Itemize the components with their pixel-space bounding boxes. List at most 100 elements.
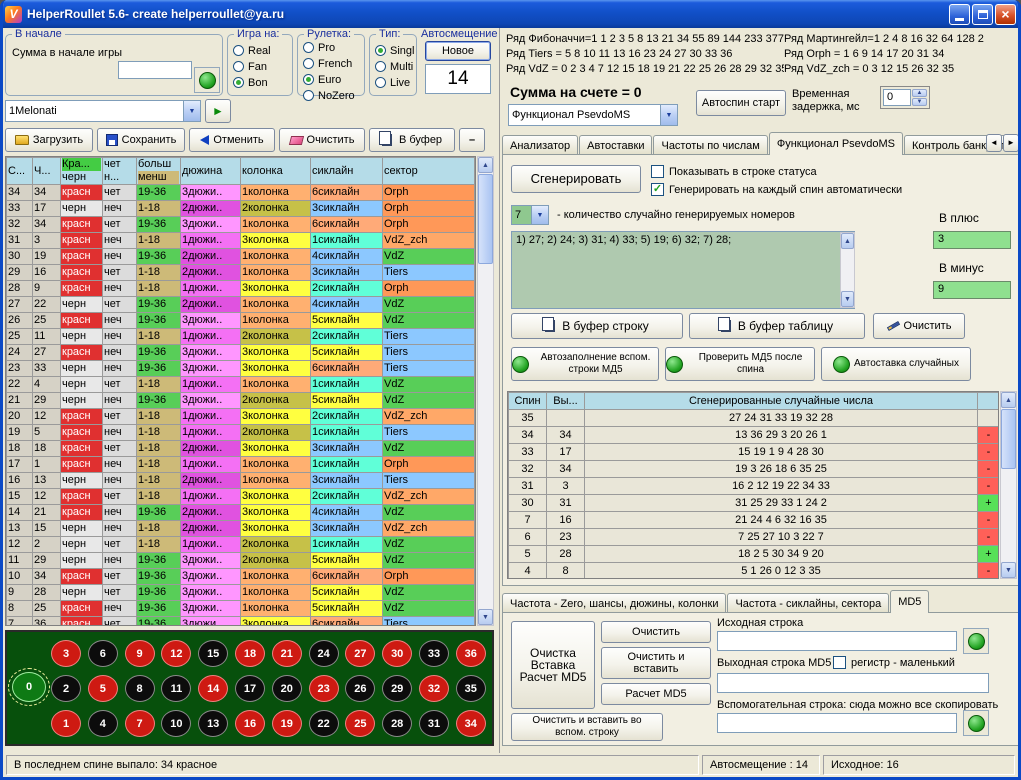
- board-number-12[interactable]: 12: [161, 640, 191, 667]
- radio-pro[interactable]: Pro: [303, 41, 355, 54]
- board-number-21[interactable]: 21: [272, 640, 302, 667]
- board-number-10[interactable]: 10: [161, 710, 191, 737]
- scroll-up-button[interactable]: ▲: [478, 157, 493, 173]
- board-number-0[interactable]: 0: [12, 672, 46, 702]
- delay-spinner[interactable]: 0 ▲ ▼: [880, 86, 930, 109]
- tab-частота-сиклайны-сектора[interactable]: Частота - сиклайны, сектора: [727, 593, 889, 613]
- md5-clear-paste-aux-button[interactable]: Очистить и вставить во вспом. строку: [511, 713, 663, 741]
- maximize-button[interactable]: [972, 4, 993, 25]
- board-number-36[interactable]: 36: [456, 640, 486, 667]
- close-button[interactable]: ×: [995, 4, 1016, 25]
- history-row[interactable]: 736краснчет19-363дюжи..3колонка6сиклайнT…: [7, 617, 475, 627]
- output-input[interactable]: [717, 673, 989, 693]
- tab-md5[interactable]: MD5: [890, 590, 929, 613]
- history-row[interactable]: 928чернчет19-363дюжи..1колонка5сиклайнVd…: [7, 585, 475, 601]
- history-row[interactable]: 195красннеч1-181дюжи..2колонка1сиклайнTi…: [7, 425, 475, 441]
- board-number-11[interactable]: 11: [161, 675, 191, 702]
- register-checkbox[interactable]: [833, 656, 846, 669]
- radio-real[interactable]: Real: [233, 44, 271, 57]
- auto-generate-checkbox[interactable]: ✓: [651, 183, 664, 196]
- tab-scroll-right-button[interactable]: ►: [1003, 134, 1019, 152]
- board-number-7[interactable]: 7: [125, 710, 155, 737]
- history-scrollbar[interactable]: ▲ ▼: [477, 156, 494, 626]
- history-row[interactable]: 1818краснчет1-182дюжи..3колонка3сиклайнV…: [7, 441, 475, 457]
- board-number-24[interactable]: 24: [309, 640, 339, 667]
- source-input[interactable]: [717, 631, 957, 651]
- board-number-8[interactable]: 8: [125, 675, 155, 702]
- board-number-23[interactable]: 23: [309, 675, 339, 702]
- board-number-20[interactable]: 20: [272, 675, 302, 702]
- board-number-27[interactable]: 27: [345, 640, 375, 667]
- md5-clear-button[interactable]: Очистить: [601, 621, 711, 643]
- board-number-30[interactable]: 30: [382, 640, 412, 667]
- clear-generated-button[interactable]: Очистить: [873, 313, 965, 339]
- board-number-16[interactable]: 16: [235, 710, 265, 737]
- spins-row[interactable]: 52818 2 5 30 34 9 20+: [509, 546, 1000, 563]
- history-row[interactable]: 2129черннеч19-363дюжи..2колонка5сиклайнV…: [7, 393, 475, 409]
- board-number-15[interactable]: 15: [198, 640, 228, 667]
- scroll-down-button[interactable]: ▼: [841, 291, 854, 307]
- scroll-track[interactable]: [1001, 408, 1016, 562]
- source-paste-button[interactable]: [963, 628, 989, 654]
- aux-paste-button[interactable]: [963, 710, 989, 736]
- spins-scrollbar[interactable]: ▲ ▼: [1000, 391, 1017, 579]
- radio-nozero[interactable]: NoZero: [303, 89, 355, 102]
- scroll-up-button[interactable]: ▲: [1001, 392, 1016, 408]
- board-number-28[interactable]: 28: [382, 710, 412, 737]
- generated-numbers-textarea[interactable]: 1) 27; 2) 24; 3) 31; 4) 33; 5) 19; 6) 32…: [511, 231, 855, 309]
- play-button[interactable]: ►: [205, 99, 231, 123]
- history-row[interactable]: 289красннеч1-181дюжи..3колонка2сиклайнOr…: [7, 281, 475, 297]
- scroll-track[interactable]: [478, 173, 493, 609]
- autoshift-new-button[interactable]: Новое: [425, 41, 491, 61]
- minimize-button[interactable]: [949, 4, 970, 25]
- tab-анализатор[interactable]: Анализатор: [502, 135, 578, 155]
- chevron-down-icon[interactable]: ▼: [183, 101, 200, 121]
- history-row[interactable]: 1315черннеч1-182дюжи..3колонка3сиклайнVd…: [7, 521, 475, 537]
- radio-singl[interactable]: Singl: [375, 44, 414, 57]
- save-button[interactable]: Сохранить: [97, 128, 185, 152]
- history-row[interactable]: 3234краснчет19-363дюжи..1колонка6сиклайн…: [7, 217, 475, 233]
- spins-row[interactable]: 3527 24 31 33 19 32 28: [509, 410, 1000, 427]
- board-number-29[interactable]: 29: [382, 675, 412, 702]
- radio-euro[interactable]: Euro: [303, 73, 355, 86]
- board-number-34[interactable]: 34: [456, 710, 486, 737]
- md5-clear-paste-button[interactable]: Очистить и вставить: [601, 647, 711, 679]
- scroll-thumb[interactable]: [478, 174, 493, 264]
- minus-button[interactable]: –: [459, 128, 485, 152]
- tab-scroll-left-button[interactable]: ◄: [986, 134, 1002, 152]
- spins-row[interactable]: 343413 36 29 3 20 26 1-: [509, 427, 1000, 444]
- history-row[interactable]: 2333черннеч19-363дюжи..3колонка6сиклайнT…: [7, 361, 475, 377]
- show-status-checkbox[interactable]: [651, 165, 664, 178]
- history-row[interactable]: 1512краснчет1-181дюжи..3колонка2сиклайнV…: [7, 489, 475, 505]
- buffer-row-button[interactable]: В буфер строку: [511, 313, 683, 339]
- board-number-17[interactable]: 17: [235, 675, 265, 702]
- buffer-table-button[interactable]: В буфер таблицу: [689, 313, 865, 339]
- board-number-1[interactable]: 1: [51, 710, 81, 737]
- spin-up-button[interactable]: ▲: [912, 89, 927, 97]
- tab-частоты-по-числам[interactable]: Частоты по числам: [653, 135, 767, 155]
- radio-french[interactable]: French: [303, 57, 355, 70]
- scroll-up-button[interactable]: ▲: [841, 233, 854, 249]
- spin-down-button[interactable]: ▼: [912, 98, 927, 106]
- load-button[interactable]: Загрузить: [5, 128, 93, 152]
- profile-combo[interactable]: 1Melonati ▼: [5, 100, 201, 122]
- history-row[interactable]: 2625красннеч19-363дюжи..1колонка5сиклайн…: [7, 313, 475, 329]
- spins-row[interactable]: 6237 25 27 10 3 22 7-: [509, 529, 1000, 546]
- board-number-33[interactable]: 33: [419, 640, 449, 667]
- undo-button[interactable]: Отменить: [189, 128, 275, 152]
- delay-value[interactable]: 0: [883, 89, 911, 106]
- count-combo[interactable]: 7 ▼: [511, 205, 549, 225]
- radio-fan[interactable]: Fan: [233, 60, 271, 73]
- history-row[interactable]: 3434краснчет19-363дюжи..1колонка6сиклайн…: [7, 185, 475, 201]
- board-number-32[interactable]: 32: [419, 675, 449, 702]
- history-row[interactable]: 122чернчет1-181дюжи..2колонка1сиклайнVdZ: [7, 537, 475, 553]
- history-row[interactable]: 2012краснчет1-181дюжи..3колонка2сиклайнV…: [7, 409, 475, 425]
- radio-multi[interactable]: Multi: [375, 60, 414, 73]
- mode-combo[interactable]: Функционал PsevdoMS ▼: [508, 104, 678, 126]
- spins-row[interactable]: 323419 3 26 18 6 35 25-: [509, 461, 1000, 478]
- history-row[interactable]: 1613черннеч1-182дюжи..1колонка3сиклайнTi…: [7, 473, 475, 489]
- board-number-13[interactable]: 13: [198, 710, 228, 737]
- spins-row[interactable]: 71621 24 4 6 32 16 35-: [509, 512, 1000, 529]
- spins-row[interactable]: 485 1 26 0 12 3 35-: [509, 563, 1000, 580]
- board-number-4[interactable]: 4: [88, 710, 118, 737]
